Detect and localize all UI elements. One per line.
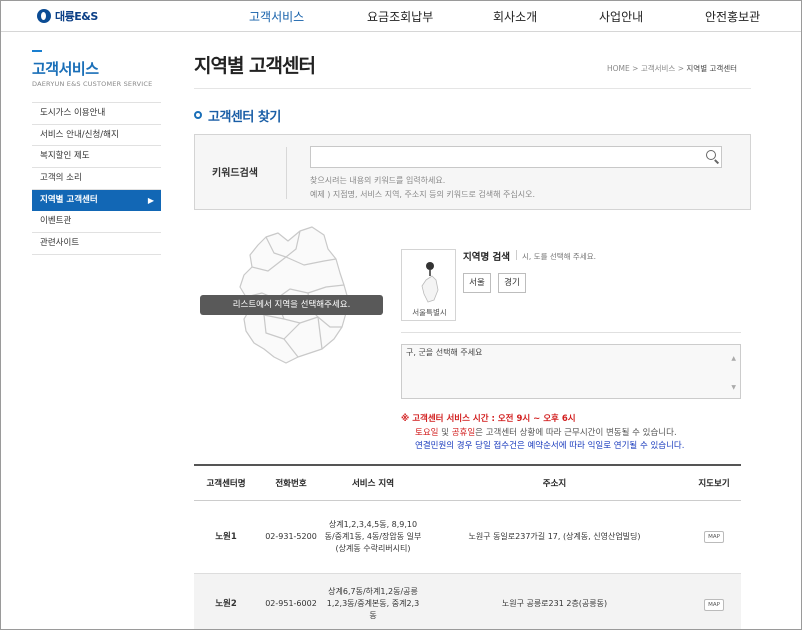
page-frame: 대륭E&S 고객서비스 요금조회납부 회사소개 사업안내 안전홍보관 고객서비스… (0, 0, 802, 630)
nav-business[interactable]: 사업안내 (599, 8, 643, 25)
notice-service-hours: ※ 고객센터 서비스 시간 : 오전 9시 ~ 오후 6시 (401, 414, 576, 424)
region-divider (401, 332, 741, 333)
table-row: 노원2 02-951-6002 상계6,7동/하계1,2동/공릉1,2,3동/중… (194, 573, 741, 629)
scroll-down-icon[interactable]: ▼ (731, 384, 736, 391)
notice-saturday: 토요일 (415, 428, 439, 438)
nav-company[interactable]: 회사소개 (493, 8, 537, 25)
search-icon[interactable] (706, 150, 716, 160)
map-tooltip: 리스트에서 지역을 선택해주세요. (200, 295, 383, 315)
breadcrumb-section[interactable]: 고객서비스 (641, 64, 676, 73)
logo-text: 대륭E&S (55, 10, 98, 23)
breadcrumb: HOME > 고객서비스 > 지역별 고객센터 (607, 64, 738, 73)
sidebar-item-events[interactable]: 이벤트관 (32, 211, 161, 234)
nav-safety[interactable]: 안전홍보관 (705, 8, 760, 25)
section-title: 고객센터 찾기 (208, 110, 281, 125)
sidebar-item-regional-centers[interactable]: 지역별 고객센터 ▶ (32, 189, 161, 212)
notice-delay: 연결민원의 경우 당일 접수건은 예약순서에 따라 익일로 연기될 수 있습니다… (415, 441, 685, 451)
sidebar-item-label: 도시가스 이용안내 (40, 108, 106, 118)
map-button[interactable]: MAP (704, 598, 724, 611)
sidebar-item-service-apply[interactable]: 서비스 안내/신청/해지 (32, 125, 161, 147)
top-header: 대륭E&S 고객서비스 요금조회납부 회사소개 사업안내 안전홍보관 (1, 1, 801, 32)
center-table: 고객센터명 전화번호 서비스 지역 주소지 지도보기 노원1 02-931-52… (194, 464, 741, 629)
title-divider (194, 88, 751, 89)
sidebar-accent-bar (32, 50, 42, 52)
table-header-row: 고객센터명 전화번호 서비스 지역 주소지 지도보기 (194, 464, 741, 501)
sidebar-item-gas-guide[interactable]: 도시가스 이용안내 (32, 103, 161, 125)
district-select-list[interactable]: 구, 군을 선택해 주세요 ▲ ▼ (401, 344, 741, 399)
page-title: 지역별 고객센터 (194, 55, 316, 77)
logo-icon (37, 9, 51, 23)
sidebar-item-label: 서비스 안내/신청/해지 (40, 129, 119, 140)
cell-map: MAP (687, 573, 741, 629)
cell-name: 노원2 (194, 573, 258, 629)
sidebar-title: 고객서비스 (32, 60, 99, 78)
map-pin-icon (421, 262, 439, 303)
notice-holiday: 공휴일 (451, 428, 476, 438)
breadcrumb-current: 지역별 고객센터 (686, 64, 738, 73)
col-header-phone: 전화번호 (258, 464, 324, 501)
region-search-hint: 시, 도를 선택해 주세요. (522, 252, 597, 261)
table-row: 노원1 02-931-5200 상계1,2,3,4,5동, 8,9,10동/중계… (194, 500, 741, 574)
region-thumbnail-label: 서울특별시 (412, 308, 447, 317)
sidebar-item-label: 이벤트관 (40, 216, 72, 227)
sidebar-item-related-sites[interactable]: 관련사이트 (32, 233, 161, 255)
sidebar-item-label: 고객의 소리 (40, 173, 82, 184)
scroll-up-icon[interactable]: ▲ (731, 355, 736, 362)
region-search-separator (516, 250, 517, 260)
keyword-divider (286, 147, 287, 199)
cell-area: 상계1,2,3,4,5동, 8,9,10동/중계1동, 4동/장암동 일부(상계… (324, 500, 422, 574)
nav-billing[interactable]: 요금조회납부 (367, 8, 433, 25)
sidebar-item-label: 지역별 고객센터 (40, 194, 98, 205)
sidebar-subtitle: DAERYUN E&S CUSTOMER SERVICE (32, 80, 153, 88)
col-header-map: 지도보기 (687, 464, 741, 501)
map-button[interactable]: MAP (704, 531, 724, 543)
cell-phone: 02-951-6002 (258, 573, 324, 629)
keyword-search-box: 키워드검색 찾으시려는 내용의 키워드를 입력하세요. 예제 ) 지점명, 서비… (194, 134, 751, 210)
logo[interactable]: 대륭E&S (37, 8, 98, 24)
region-button-gyeonggi[interactable]: 경기 (498, 273, 526, 293)
col-header-name: 고객센터명 (194, 464, 258, 501)
circle-bullet-icon (194, 111, 202, 119)
nav-customer-service[interactable]: 고객서비스 (249, 8, 304, 25)
sidebar-item-label: 관련사이트 (40, 238, 80, 249)
region-thumbnail: 서울특별시 (401, 249, 456, 321)
sidebar-item-label: 복지할인 제도 (40, 151, 90, 162)
cell-address: 노원구 공릉로231 2층(공릉동) (422, 573, 687, 629)
sidebar-menu: 도시가스 이용안내 서비스 안내/신청/해지 복지할인 제도 고객의 소리 지역… (32, 102, 161, 255)
cell-address: 노원구 동일로237가길 17, (상계동, 신영산업빌딩) (422, 500, 687, 574)
notice-weekend-rest: 은 고객센터 상황에 따라 근무시간이 변동될 수 있습니다. (475, 428, 677, 438)
keyword-search-input[interactable] (310, 146, 722, 168)
cell-area: 상계6,7동/하계1,2동/공릉1,2,3동/중계본동, 중계2,3동 (324, 573, 422, 629)
sidebar-item-welfare-discount[interactable]: 복지할인 제도 (32, 146, 161, 169)
col-header-area: 서비스 지역 (324, 464, 422, 501)
keyword-search-label: 키워드검색 (212, 168, 258, 179)
sidebar-item-customer-voice[interactable]: 고객의 소리 (32, 168, 161, 190)
chevron-right-icon: ▶ (147, 195, 154, 205)
breadcrumb-home[interactable]: HOME (607, 64, 630, 73)
keyword-help-line1: 찾으시려는 내용의 키워드를 입력하세요. (310, 176, 446, 185)
district-placeholder: 구, 군을 선택해 주세요 (406, 348, 483, 357)
notice-and: 및 (438, 428, 452, 438)
region-button-seoul[interactable]: 서울 (463, 273, 491, 293)
notice-weekend: 토요일 및 공휴일은 고객센터 상황에 따라 근무시간이 변동될 수 있습니다. (415, 426, 677, 438)
cell-map: MAP (687, 500, 741, 574)
cell-name: 노원1 (194, 500, 258, 574)
region-search-title: 지역명 검색 (463, 252, 511, 263)
cell-phone: 02-931-5200 (258, 500, 324, 574)
keyword-help-line2: 예제 ) 지점명, 서비스 지역, 주소지 등의 키워드로 검색해 주십시오. (310, 190, 535, 199)
col-header-address: 주소지 (422, 464, 687, 501)
